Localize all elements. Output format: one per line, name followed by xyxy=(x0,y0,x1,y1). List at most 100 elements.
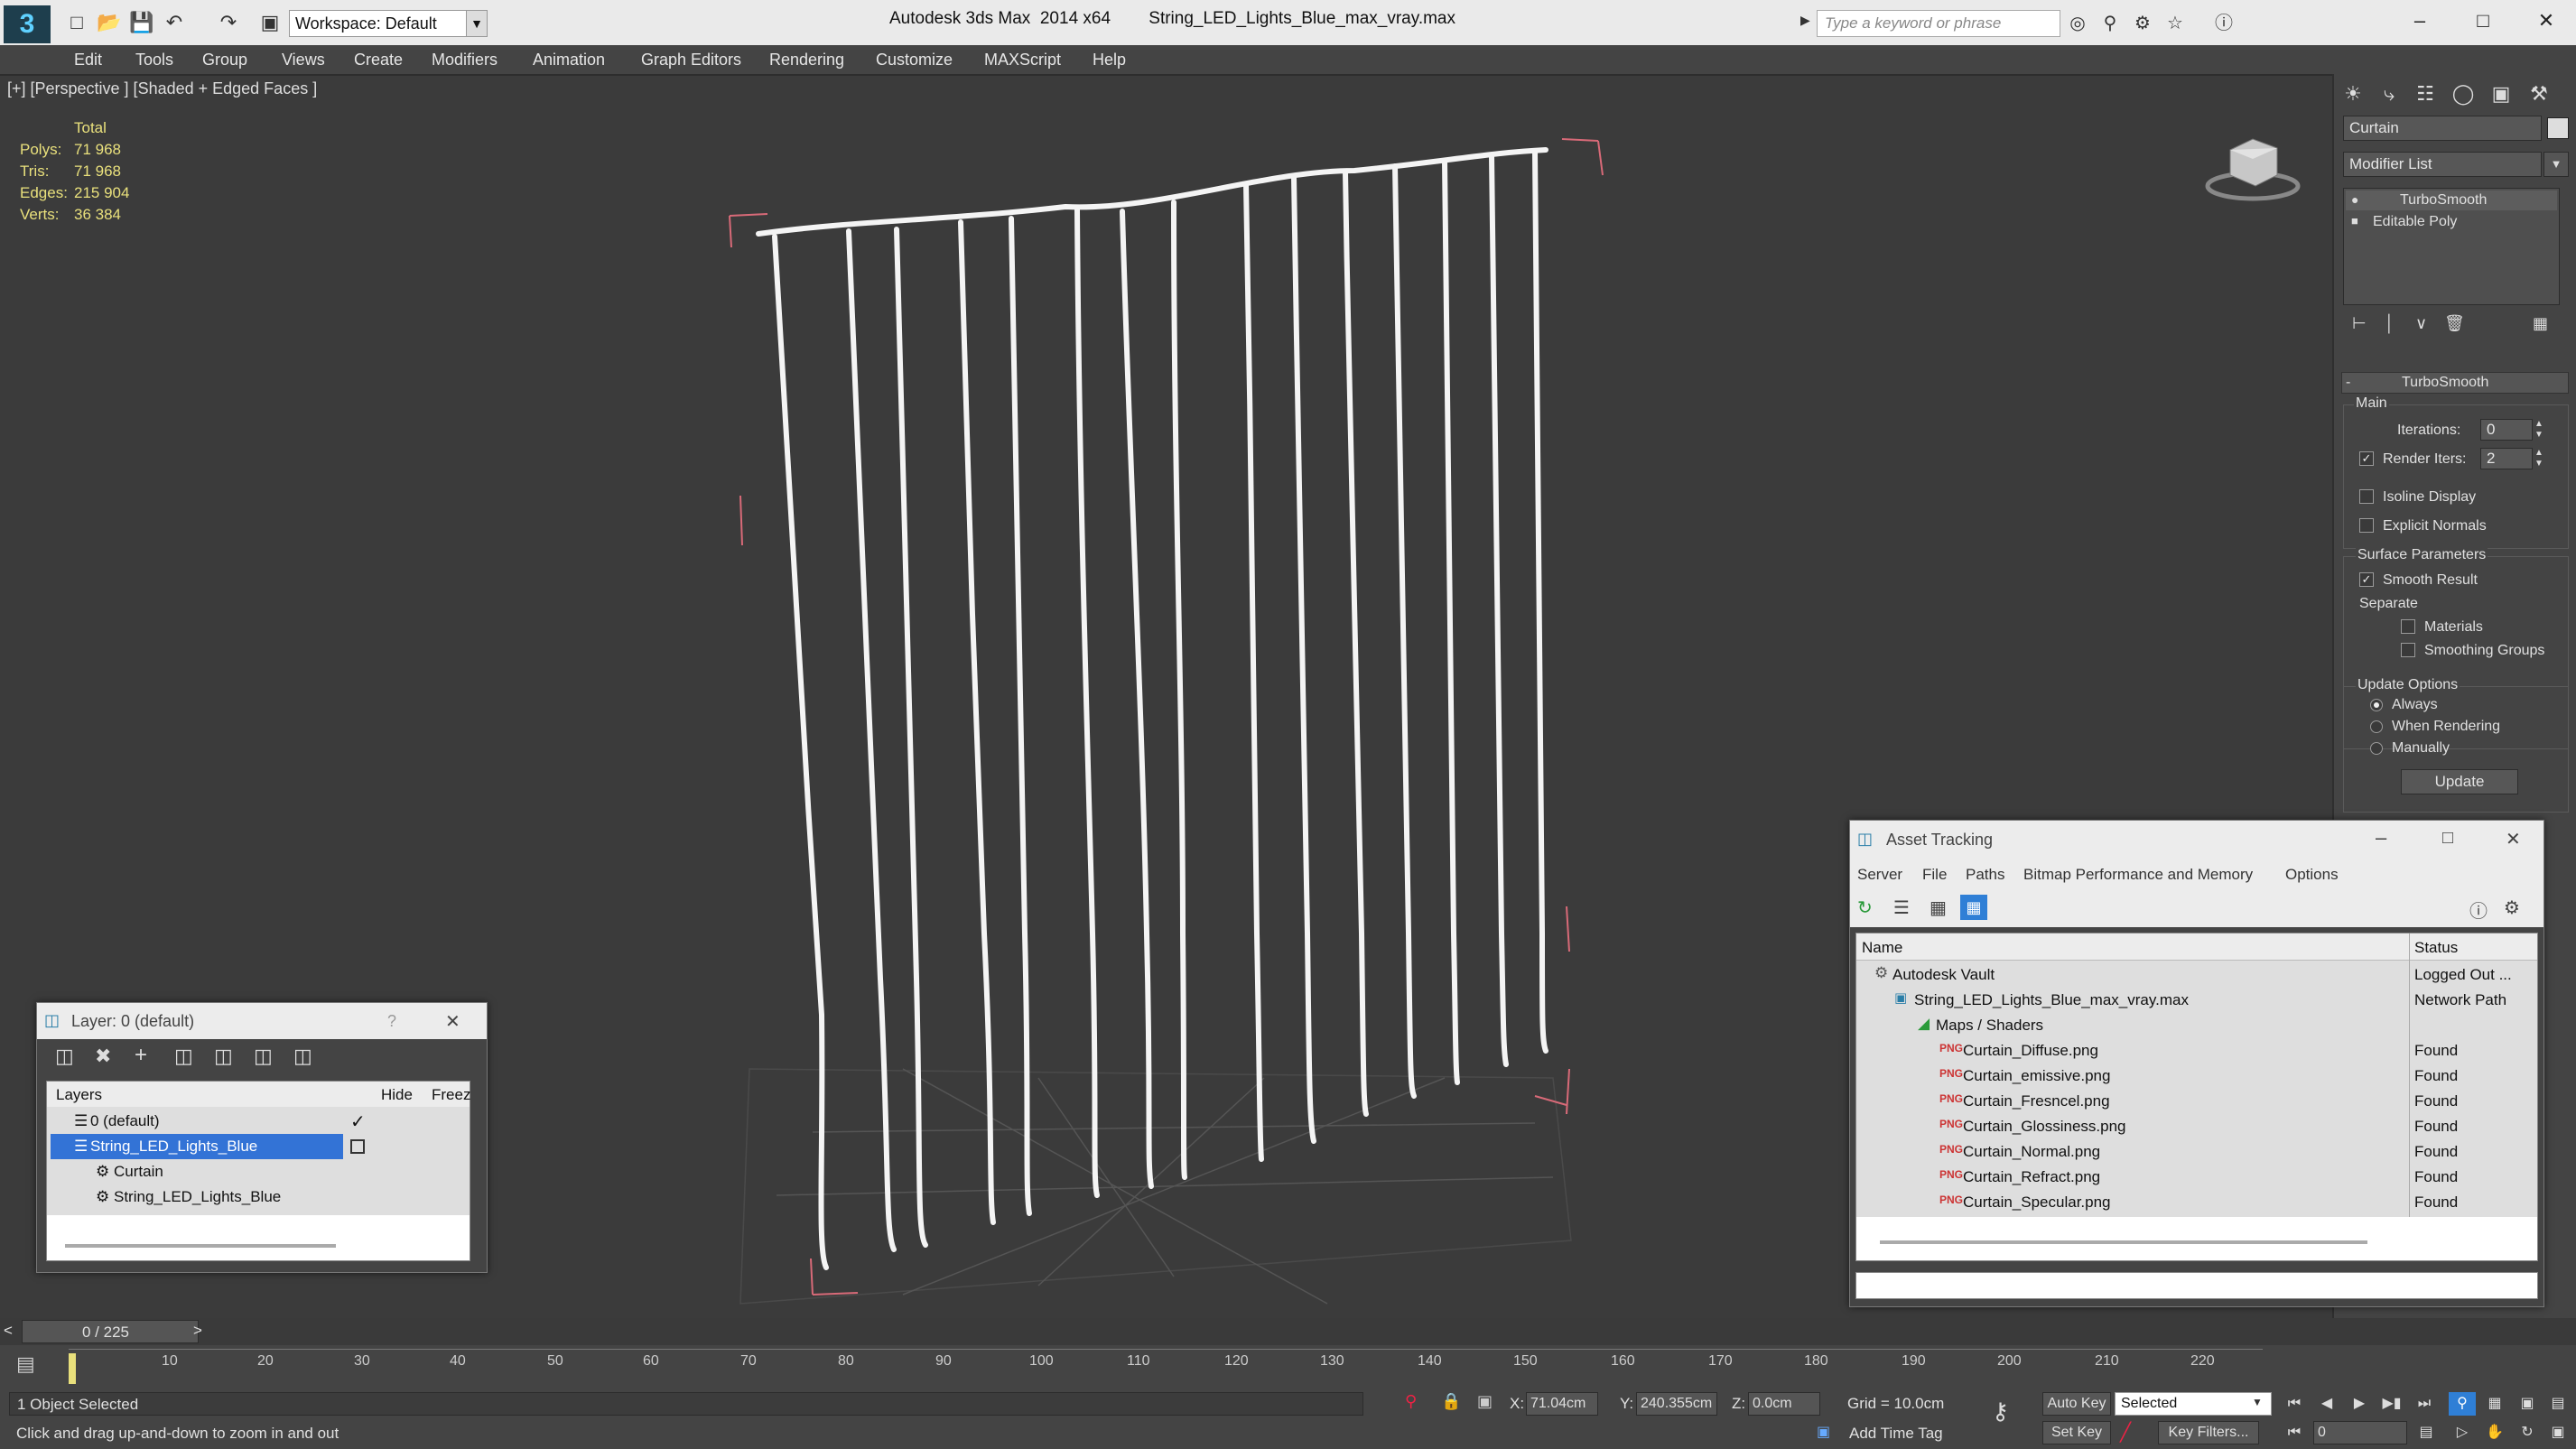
col-name[interactable]: Name xyxy=(1862,939,1902,957)
asset-row[interactable]: ▣ String_LED_Lights_Blue_max_vray.max Ne… xyxy=(1856,988,2537,1013)
smoothing-groups-checkbox[interactable] xyxy=(2401,643,2415,657)
time-configuration-icon[interactable]: ▤ xyxy=(2413,1421,2440,1444)
menu-customize[interactable]: Customize xyxy=(876,45,953,74)
menu-views[interactable]: Views xyxy=(282,45,325,74)
goto-start-icon[interactable]: ⏮ xyxy=(2281,1392,2308,1416)
utilities-tab-icon[interactable]: ⚒ xyxy=(2522,78,2556,110)
hide-all-layers-icon[interactable]: ◫ xyxy=(254,1045,273,1068)
y-coordinate-field[interactable]: 240.355cm xyxy=(1636,1392,1717,1416)
pan-view-icon[interactable]: ✋ xyxy=(2481,1421,2508,1444)
render-iters-checkbox[interactable]: ✓ xyxy=(2359,451,2374,466)
create-layer-icon[interactable]: ◫ xyxy=(55,1045,74,1068)
explicit-normals-checkbox[interactable] xyxy=(2359,518,2374,533)
layer-row[interactable]: ⚙ String_LED_Lights_Blue xyxy=(47,1184,470,1210)
set-key-mode-icon[interactable]: ⚷ xyxy=(1992,1398,2009,1426)
next-frame-icon[interactable]: ▶▮ xyxy=(2378,1392,2405,1416)
object-name-field[interactable]: Curtain xyxy=(2343,116,2542,141)
auto-key-button[interactable]: Auto Key xyxy=(2042,1392,2111,1416)
asset-path-field[interactable] xyxy=(1855,1272,2538,1299)
track-bar[interactable]: ▤ 10 20 30 40 50 60 70 80 90 100 110 120… xyxy=(0,1345,2576,1387)
project-folder-icon[interactable]: ▣ xyxy=(256,9,284,36)
asset-menu-bitmap-performance[interactable]: Bitmap Performance and Memory xyxy=(2023,866,2253,884)
help-icon[interactable]: ⓘ xyxy=(2210,11,2237,36)
render-iters-spinner[interactable]: 2 xyxy=(2480,448,2533,469)
when-rendering-radio[interactable] xyxy=(2370,720,2383,733)
menu-group[interactable]: Group xyxy=(202,45,247,74)
communication-center-icon[interactable]: ⚲ xyxy=(2097,11,2124,36)
asset-row[interactable]: PNG Curtain_Refract.png Found xyxy=(1856,1165,2537,1190)
time-slider[interactable]: < 0 / 225 > xyxy=(0,1318,2576,1345)
new-file-icon[interactable]: □ xyxy=(63,9,90,36)
key-mode-toggle-icon[interactable]: ⏮ xyxy=(2281,1421,2308,1444)
app-logo-icon[interactable]: 3 xyxy=(4,5,51,43)
absolute-mode-icon[interactable]: ▣ xyxy=(1477,1392,1493,1411)
workspace-dropdown-arrow-icon[interactable]: ▼ xyxy=(466,10,488,37)
layer-window-titlebar[interactable]: ◫ Layer: 0 (default) ? ✕ xyxy=(37,1003,487,1039)
selection-lock-icon[interactable]: 🔒 xyxy=(1441,1392,1461,1411)
configure-sets-icon[interactable]: ▦ xyxy=(2533,314,2548,333)
minimize-window-icon[interactable]: – xyxy=(2393,5,2447,36)
save-file-icon[interactable]: 💾 xyxy=(128,9,155,36)
make-unique-icon[interactable]: ∨ xyxy=(2415,314,2427,333)
menu-tools[interactable]: Tools xyxy=(135,45,173,74)
asset-row[interactable]: ◢ Maps / Shaders xyxy=(1856,1013,2537,1038)
asset-row[interactable]: ⚙ Autodesk Vault Logged Out ... xyxy=(1856,962,2537,988)
modifier-list-arrow-icon[interactable]: ▼ xyxy=(2543,152,2569,177)
pin-stack-icon[interactable]: ⊢ xyxy=(2352,314,2367,333)
led-curtain-mesh[interactable] xyxy=(756,147,1548,1270)
time-slider-prev-button[interactable]: < xyxy=(4,1322,13,1340)
asset-menu-options[interactable]: Options xyxy=(2285,866,2339,884)
current-frame-field[interactable]: 0 xyxy=(2313,1421,2407,1444)
open-file-icon[interactable]: 📂 xyxy=(96,9,123,36)
zoom-all-icon[interactable]: ▦ xyxy=(2481,1392,2508,1416)
time-tag-icon[interactable]: ▣ xyxy=(1817,1423,1830,1441)
previous-frame-icon[interactable]: ◀ xyxy=(2313,1392,2340,1416)
display-tab-icon[interactable]: ▣ xyxy=(2484,78,2518,110)
light-bulb-icon[interactable]: ● xyxy=(2351,192,2358,207)
layer-window-help-icon[interactable]: ? xyxy=(387,1012,396,1031)
key-filters-button[interactable]: Key Filters... xyxy=(2158,1421,2259,1444)
asset-window-titlebar[interactable]: ◫ Asset Tracking – □ ✕ xyxy=(1850,821,2543,859)
menu-create[interactable]: Create xyxy=(354,45,403,74)
expand-plus-icon[interactable]: ■ xyxy=(2351,214,2358,228)
menu-animation[interactable]: Animation xyxy=(533,45,605,74)
layer-row[interactable]: ☰ 0 (default) ✓ xyxy=(47,1109,470,1134)
asset-row[interactable]: PNG Curtain_Normal.png Found xyxy=(1856,1139,2537,1165)
stack-item-editable-poly[interactable]: ■ Editable Poly xyxy=(2346,212,2557,232)
layer-window-close-icon[interactable]: ✕ xyxy=(445,1010,460,1033)
set-current-layer-icon[interactable] xyxy=(350,1139,365,1154)
redo-icon[interactable]: ↷ xyxy=(215,9,242,36)
col-status[interactable]: Status xyxy=(2414,939,2458,957)
thumbnail-view-icon[interactable]: ▦ xyxy=(1930,896,1947,919)
modifier-list-dropdown[interactable]: Modifier List xyxy=(2343,152,2542,177)
delete-layer-icon[interactable]: ✖ xyxy=(95,1045,111,1068)
asset-menu-server[interactable]: Server xyxy=(1857,866,1902,884)
asset-row[interactable]: PNG Curtain_emissive.png Found xyxy=(1856,1064,2537,1089)
z-coordinate-field[interactable]: 0.0cm xyxy=(1748,1392,1820,1416)
key-selection-dropdown[interactable]: Selected xyxy=(2115,1392,2272,1416)
undo-icon[interactable]: ↶ xyxy=(161,9,188,36)
asset-window-maximize-icon[interactable]: □ xyxy=(2442,828,2453,849)
goto-end-icon[interactable]: ⏭ xyxy=(2411,1392,2438,1416)
motion-tab-icon[interactable]: ◯ xyxy=(2446,78,2480,110)
list-view-icon[interactable]: ☰ xyxy=(1893,896,1910,919)
smooth-result-checkbox[interactable]: ✓ xyxy=(2359,572,2374,587)
create-tab-icon[interactable]: ☀ xyxy=(2336,78,2370,110)
menu-maxscript[interactable]: MAXScript xyxy=(984,45,1061,74)
asset-menu-paths[interactable]: Paths xyxy=(1966,866,2004,884)
menu-help[interactable]: Help xyxy=(1093,45,1126,74)
always-radio[interactable] xyxy=(2370,699,2383,711)
materials-checkbox[interactable] xyxy=(2401,619,2415,634)
asset-row[interactable]: PNG Curtain_Diffuse.png Found xyxy=(1856,1038,2537,1064)
orbit-icon[interactable]: ↻ xyxy=(2514,1421,2541,1444)
add-to-layer-icon[interactable]: + xyxy=(135,1043,147,1068)
hierarchy-tab-icon[interactable]: ☷ xyxy=(2408,78,2442,110)
zoom-extents-all-icon[interactable]: ▤ xyxy=(2544,1392,2571,1416)
stack-item-turbosmooth[interactable]: ● TurboSmooth xyxy=(2346,190,2557,210)
favorites-star-icon[interactable]: ☆ xyxy=(2162,11,2189,36)
time-slider-next-button[interactable]: > xyxy=(193,1322,202,1340)
iterations-spinner-arrows-icon[interactable]: ▲ ▼ xyxy=(2534,419,2543,441)
viewcube-icon[interactable] xyxy=(2203,123,2302,204)
turbosmooth-rollout-header[interactable]: - TurboSmooth xyxy=(2341,372,2569,394)
mini-curve-editor-icon[interactable]: ▤ xyxy=(16,1352,35,1376)
